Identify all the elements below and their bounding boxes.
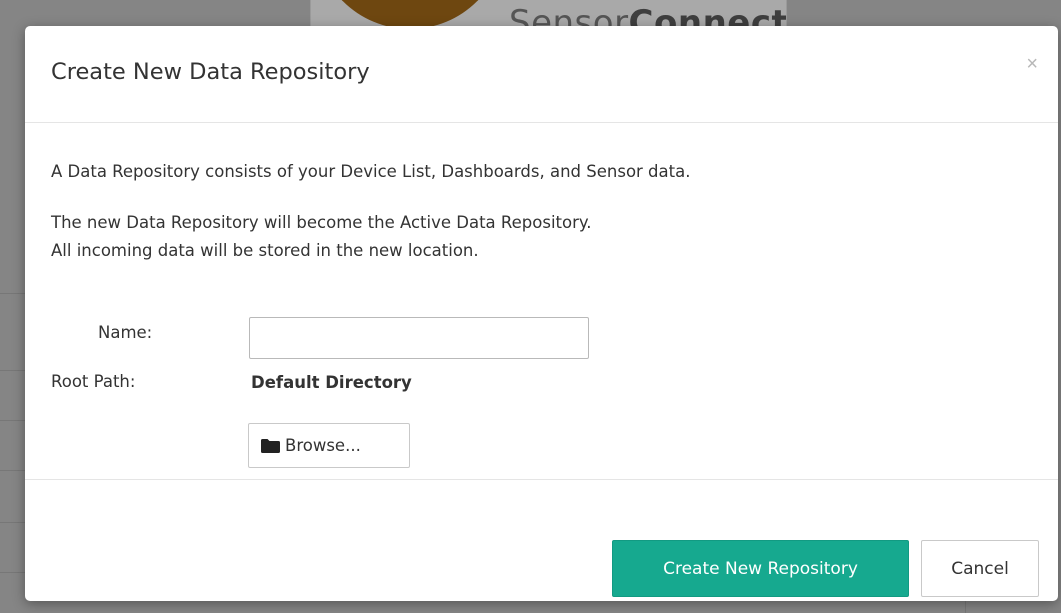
background-divider: [0, 293, 25, 294]
background-divider: [0, 572, 25, 573]
active-repository-note: The new Data Repository will become the …: [51, 213, 592, 232]
background-divider: [0, 420, 25, 421]
cancel-button[interactable]: Cancel: [921, 540, 1039, 597]
background-divider: [965, 601, 966, 613]
storage-location-note: All incoming data will be stored in the …: [51, 241, 479, 260]
background-divider: [0, 370, 25, 371]
background-divider: [0, 470, 25, 471]
background-divider: [0, 522, 25, 523]
dialog-header: Create New Data Repository ×: [25, 26, 1058, 123]
name-label: Name:: [98, 323, 153, 342]
name-input[interactable]: [249, 317, 589, 359]
browse-button[interactable]: Browse...: [248, 423, 410, 468]
dialog-footer: Create New Repository Cancel: [25, 479, 1058, 601]
dialog-title: Create New Data Repository: [51, 59, 370, 85]
create-repository-button[interactable]: Create New Repository: [612, 540, 909, 597]
root-path-label: Root Path:: [51, 372, 136, 391]
logo-orb: [315, 0, 505, 29]
root-path-value: Default Directory: [251, 373, 412, 392]
close-button[interactable]: ×: [1026, 54, 1038, 74]
folder-icon: [261, 438, 280, 453]
description-text: A Data Repository consists of your Devic…: [51, 162, 691, 181]
create-repository-dialog: Create New Data Repository × A Data Repo…: [25, 26, 1058, 601]
browse-button-label: Browse...: [285, 436, 361, 455]
